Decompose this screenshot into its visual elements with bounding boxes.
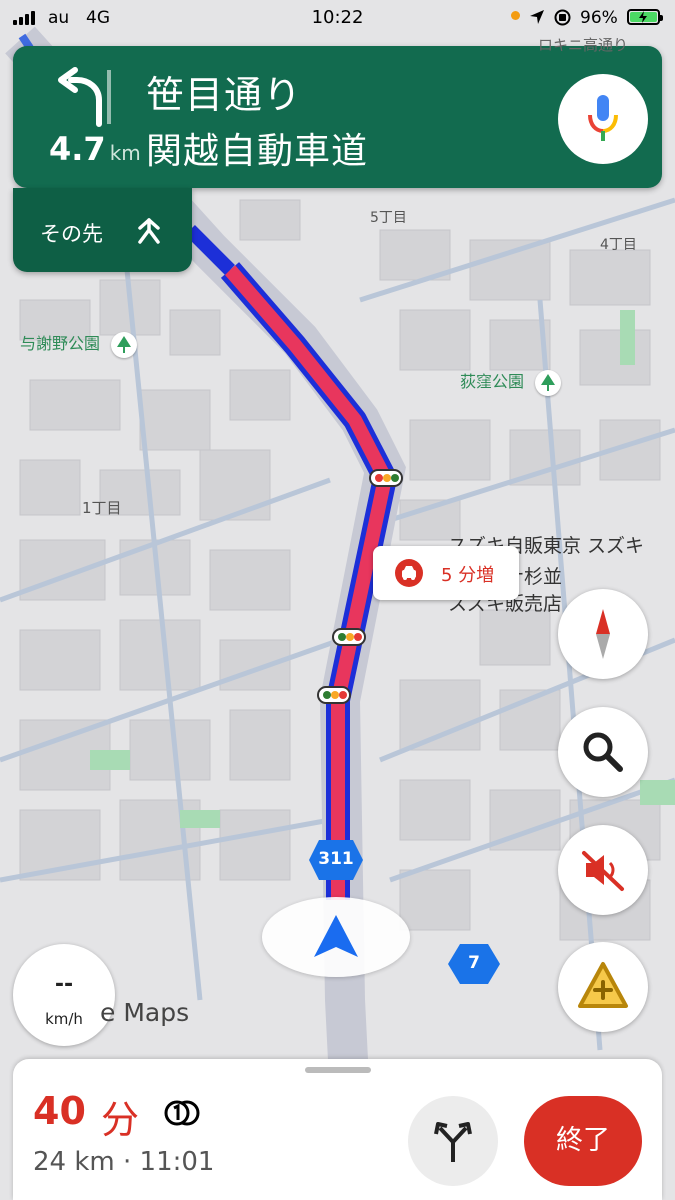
clock: 10:22 bbox=[311, 7, 364, 28]
route-shield: 311 bbox=[307, 838, 365, 882]
toll-info-icon[interactable] bbox=[163, 1097, 201, 1129]
tree-icon bbox=[535, 369, 562, 396]
drag-handle[interactable] bbox=[305, 1067, 371, 1073]
search-button[interactable] bbox=[558, 707, 648, 797]
map-label-block: 4丁目 bbox=[600, 237, 637, 253]
trip-distance-arrival: 24 km · 11:01 bbox=[33, 1147, 215, 1177]
mic-icon bbox=[588, 95, 618, 141]
street-name-secondary: 関越自動車道 bbox=[146, 131, 369, 172]
route-shield: 7 bbox=[446, 942, 502, 986]
rotation-lock-icon bbox=[554, 9, 571, 26]
report-incident-icon bbox=[578, 962, 628, 1008]
location-arrow-icon bbox=[530, 10, 544, 24]
report-incident-button[interactable] bbox=[558, 942, 648, 1032]
eta-unit: 分 bbox=[101, 1098, 140, 1142]
speed-value: -- bbox=[54, 972, 74, 997]
then-label: その先 bbox=[40, 222, 103, 246]
traffic-light-icon bbox=[332, 628, 366, 646]
distance-to-turn: 4.7 km bbox=[49, 130, 141, 168]
map-label-block: 5丁目 bbox=[370, 210, 407, 226]
battery-icon bbox=[627, 9, 663, 25]
mic-in-use-indicator-icon bbox=[511, 11, 520, 20]
map-label-block: 1丁目 bbox=[82, 499, 122, 517]
traffic-light-icon bbox=[317, 686, 351, 704]
car-icon bbox=[395, 559, 423, 587]
trip-summary-panel[interactable]: 40 分 24 km · 11:01 終了 bbox=[13, 1059, 662, 1200]
compass-icon bbox=[596, 609, 610, 659]
route-fork-icon bbox=[434, 1122, 472, 1162]
street-name-primary: 笹目通り bbox=[146, 73, 303, 117]
navigation-arrow-icon bbox=[314, 915, 358, 957]
search-icon bbox=[583, 732, 623, 772]
map-watermark: e Maps bbox=[100, 998, 190, 1027]
exit-navigation-button[interactable]: 終了 bbox=[524, 1096, 642, 1186]
tree-icon bbox=[111, 331, 138, 358]
park-label[interactable]: 荻窪公園 bbox=[460, 368, 562, 396]
eta-minutes: 40 bbox=[33, 1089, 86, 1133]
traffic-delay-callout[interactable]: 5 分増 bbox=[373, 546, 519, 600]
current-location-puck[interactable] bbox=[262, 897, 410, 977]
speedometer: -- km/h bbox=[13, 944, 115, 1046]
traffic-light-icon bbox=[369, 469, 403, 487]
volume-off-icon bbox=[582, 851, 624, 891]
delay-text: 5 分増 bbox=[441, 565, 495, 586]
voice-search-button[interactable] bbox=[558, 74, 648, 164]
turn-instruction-banner[interactable]: 4.7 km 笹目通り 関越自動車道 bbox=[13, 46, 662, 188]
alternate-routes-button[interactable] bbox=[408, 1096, 498, 1186]
battery-percent: 96% bbox=[580, 8, 618, 28]
park-label[interactable]: 与謝野公園 bbox=[20, 330, 138, 358]
map-label-road: ロキニ高通り bbox=[538, 36, 629, 54]
next-maneuver-panel[interactable]: その先 bbox=[13, 188, 192, 272]
mute-button[interactable] bbox=[558, 825, 648, 915]
status-bar: au 4G 10:22 96% bbox=[0, 0, 675, 36]
keep-straight-icon bbox=[138, 218, 160, 244]
turn-left-icon bbox=[58, 67, 111, 127]
compass-button[interactable] bbox=[558, 589, 648, 679]
